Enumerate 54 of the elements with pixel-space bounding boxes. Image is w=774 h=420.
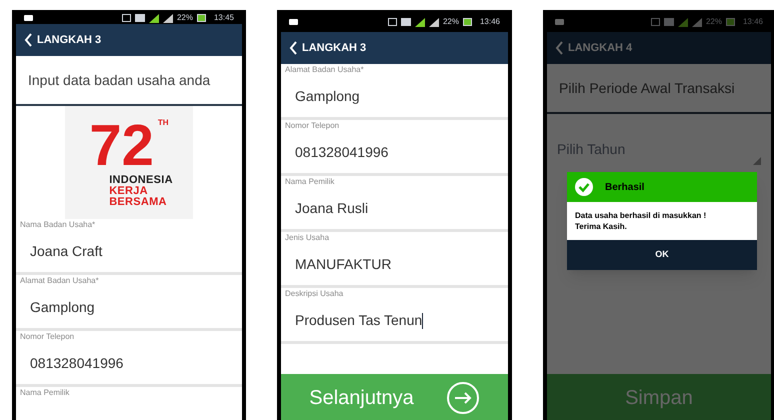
logo-text: KERJA xyxy=(109,186,148,197)
battery-icon xyxy=(726,18,735,26)
signal-icon xyxy=(678,18,688,26)
field-value: Gamplong xyxy=(30,298,95,317)
logo-text: INDONESIA xyxy=(109,175,173,186)
text-field[interactable]: Nomor Telepon 081328041996 xyxy=(281,120,508,176)
text-field[interactable]: Alamat Badan Usaha* Gamplong xyxy=(16,275,242,331)
field-label: Nama Pemilik xyxy=(285,176,336,188)
signal-icon xyxy=(414,18,425,26)
field-label: Deskripsi Usaha xyxy=(285,288,344,300)
field-label: Jenis Usaha xyxy=(285,232,330,244)
header-title: LANGKAH 3 xyxy=(302,40,366,56)
field-value: MANUFAKTUR xyxy=(295,255,392,274)
select-placeholder: Pilih Tahun xyxy=(557,140,626,158)
field-label: Alamat Badan Usaha* xyxy=(285,64,365,76)
battery-percent: 22% xyxy=(442,16,459,28)
field-label: Nomor Telepon xyxy=(20,331,76,343)
text-field[interactable]: Nama Badan Usaha* Joana Craft xyxy=(16,219,242,275)
text-field[interactable]: Nomor Telepon 081328041996 xyxy=(16,331,242,387)
field-value: Produsen Tas Tenun xyxy=(295,311,422,330)
back-icon[interactable] xyxy=(24,33,33,47)
dialog-message: Data usaha berhasil di masukkan ! Terima Kasih. xyxy=(575,210,708,232)
header-title: LANGKAH 3 xyxy=(37,32,102,48)
header-title: LANGKAH 4 xyxy=(568,40,632,56)
field-label: Nama Badan Usaha* xyxy=(20,219,96,231)
signal-icon xyxy=(428,18,439,26)
status-time: 13:46 xyxy=(480,16,500,28)
field-label: Nomor Telepon xyxy=(285,120,340,132)
field-value: 081328041996 xyxy=(30,354,124,373)
check-circle-icon xyxy=(575,178,593,196)
field-label: Alamat Badan Usaha* xyxy=(20,275,100,287)
dropdown-icon xyxy=(753,157,761,165)
text-field[interactable]: Nama Pemilik Joana Rusli xyxy=(281,176,508,232)
arrow-right-icon xyxy=(446,381,480,415)
back-icon[interactable] xyxy=(289,41,298,55)
field-value: Joana Rusli xyxy=(295,199,368,218)
field-value: Gamplong xyxy=(295,87,360,106)
text-field[interactable]: Deskripsi Usaha Produsen Tas Tenun xyxy=(281,288,508,344)
field-value: Joana Craft xyxy=(30,242,102,261)
text-field[interactable]: Jenis Usaha MANUFAKTUR xyxy=(281,232,508,288)
logo-text: BERSAMA xyxy=(109,197,167,208)
logo-number: 72 xyxy=(89,117,154,175)
ok-button[interactable]: OK xyxy=(567,240,757,270)
text-field[interactable]: Alamat Badan Usaha* Gamplong xyxy=(281,64,508,120)
signal-icon xyxy=(692,18,702,26)
status-time: 13:45 xyxy=(214,12,234,24)
battery-icon xyxy=(462,18,472,26)
battery-icon xyxy=(196,14,206,22)
field-label: Nama Pemilik xyxy=(20,387,70,399)
field-value: 081328041996 xyxy=(295,143,388,162)
battery-percent: 22% xyxy=(176,12,193,24)
status-time: 13:46 xyxy=(742,16,763,28)
battery-percent: 22% xyxy=(706,16,722,28)
logo-superscript: TH xyxy=(158,117,169,129)
